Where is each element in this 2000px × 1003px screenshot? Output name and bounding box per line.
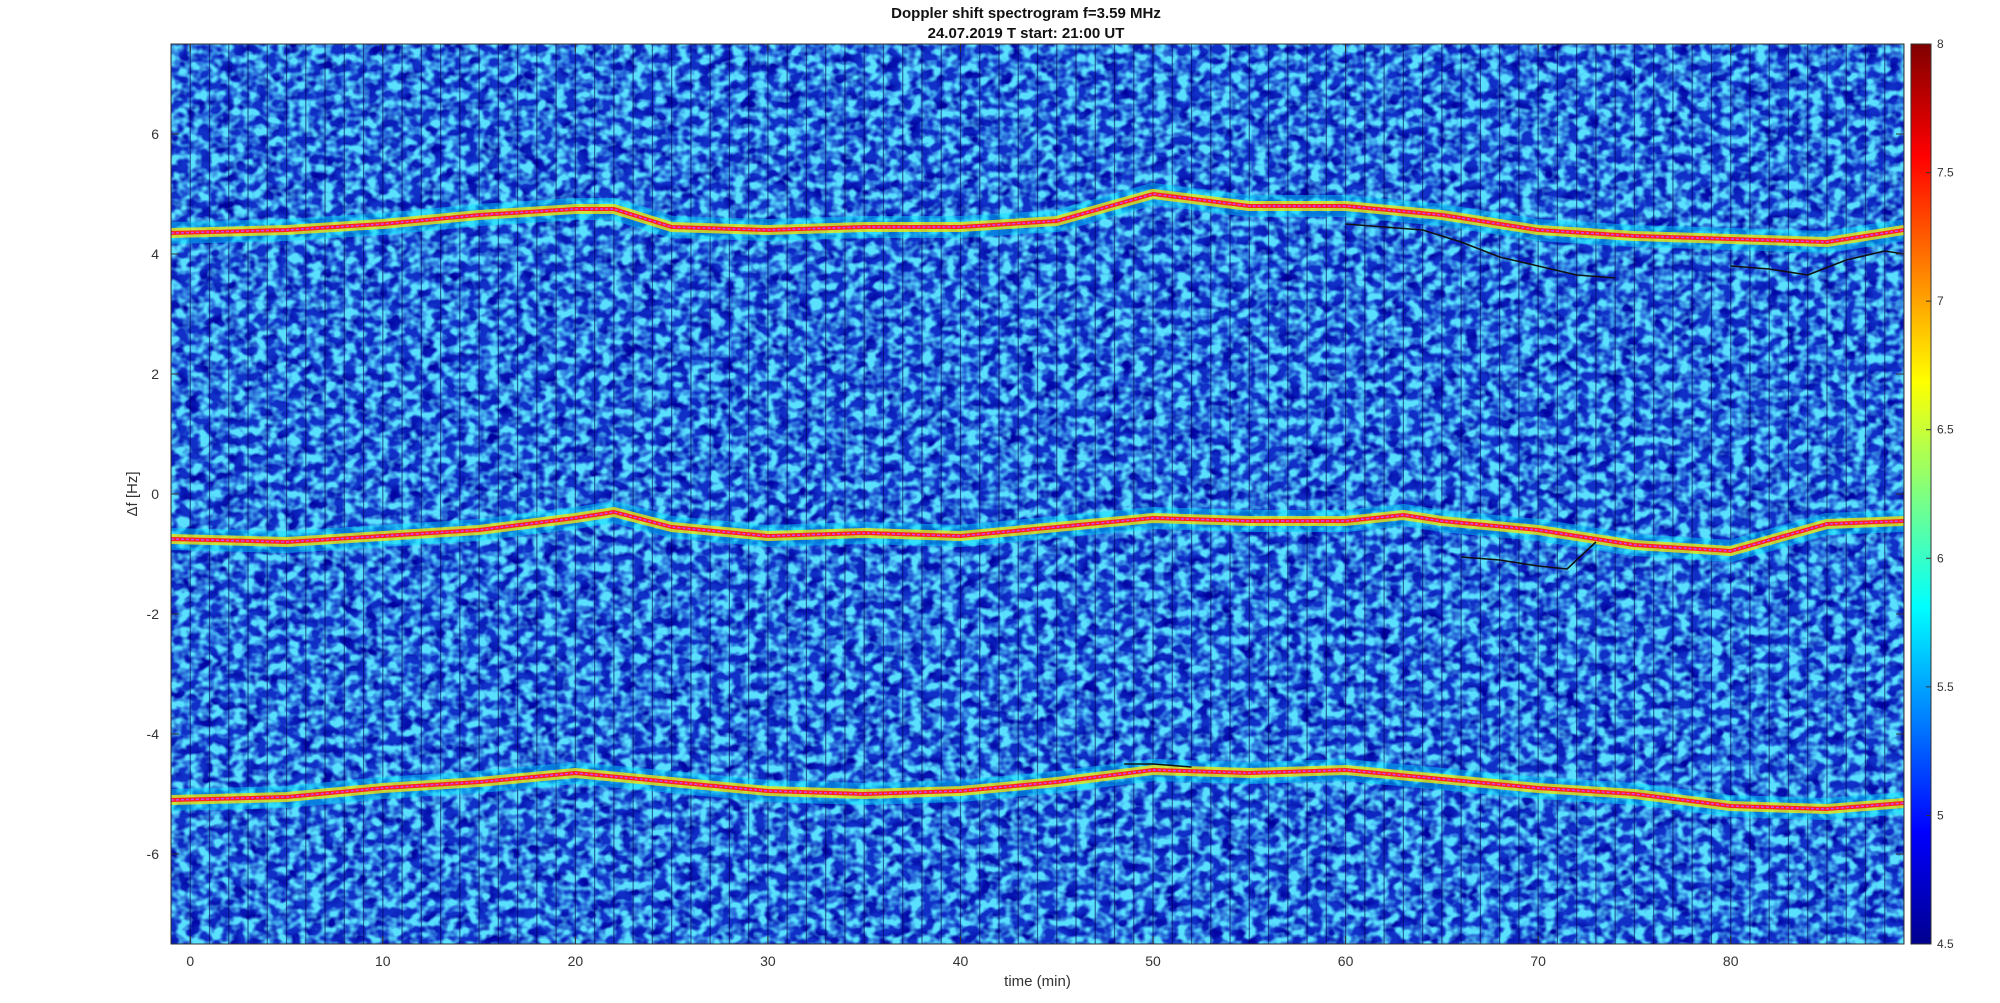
x-tick-label: 10 (375, 953, 391, 969)
x-tick-label: 50 (1145, 953, 1161, 969)
chart-title: Doppler shift spectrogram f=3.59 MHz (891, 5, 1161, 22)
x-tick-label: 80 (1723, 953, 1739, 969)
y-tick-label: -4 (147, 726, 160, 742)
colorbar (1910, 43, 1932, 945)
y-tick-label: 4 (151, 246, 159, 262)
colorbar-tick-label: 6.5 (1937, 423, 1954, 437)
x-axis-label: time (min) (1004, 973, 1071, 990)
x-tick-label: 40 (953, 953, 969, 969)
colorbar-tick-label: 5.5 (1937, 680, 1954, 694)
colorbar-tick-label: 6 (1937, 551, 1944, 565)
colorbar-tick-label: 8 (1937, 37, 1944, 51)
y-tick-label: 2 (151, 366, 159, 382)
x-tick-label: 70 (1530, 953, 1546, 969)
x-tick-label: 30 (760, 953, 776, 969)
colorbar-tick-label: 7.5 (1937, 166, 1954, 180)
y-axis-label: Δf [Hz] (124, 471, 141, 516)
colorbar-tick-label: 4.5 (1937, 937, 1954, 951)
colorbar-tick-label: 5 (1937, 808, 1944, 822)
y-tick-label: -6 (147, 846, 160, 862)
x-tick-label: 0 (186, 953, 194, 969)
y-tick-label: -2 (147, 606, 160, 622)
x-tick-label: 20 (568, 953, 584, 969)
y-tick-label: 0 (151, 486, 159, 502)
y-tick-label: 6 (151, 126, 159, 142)
plot-area (171, 44, 1904, 944)
chart-subtitle: 24.07.2019 T start: 21:00 UT (928, 25, 1125, 42)
x-tick-label: 60 (1338, 953, 1354, 969)
chart-figure: Doppler shift spectrogram f=3.59 MHz 24.… (124, 5, 1954, 990)
colorbar-tick-label: 7 (1937, 294, 1944, 308)
